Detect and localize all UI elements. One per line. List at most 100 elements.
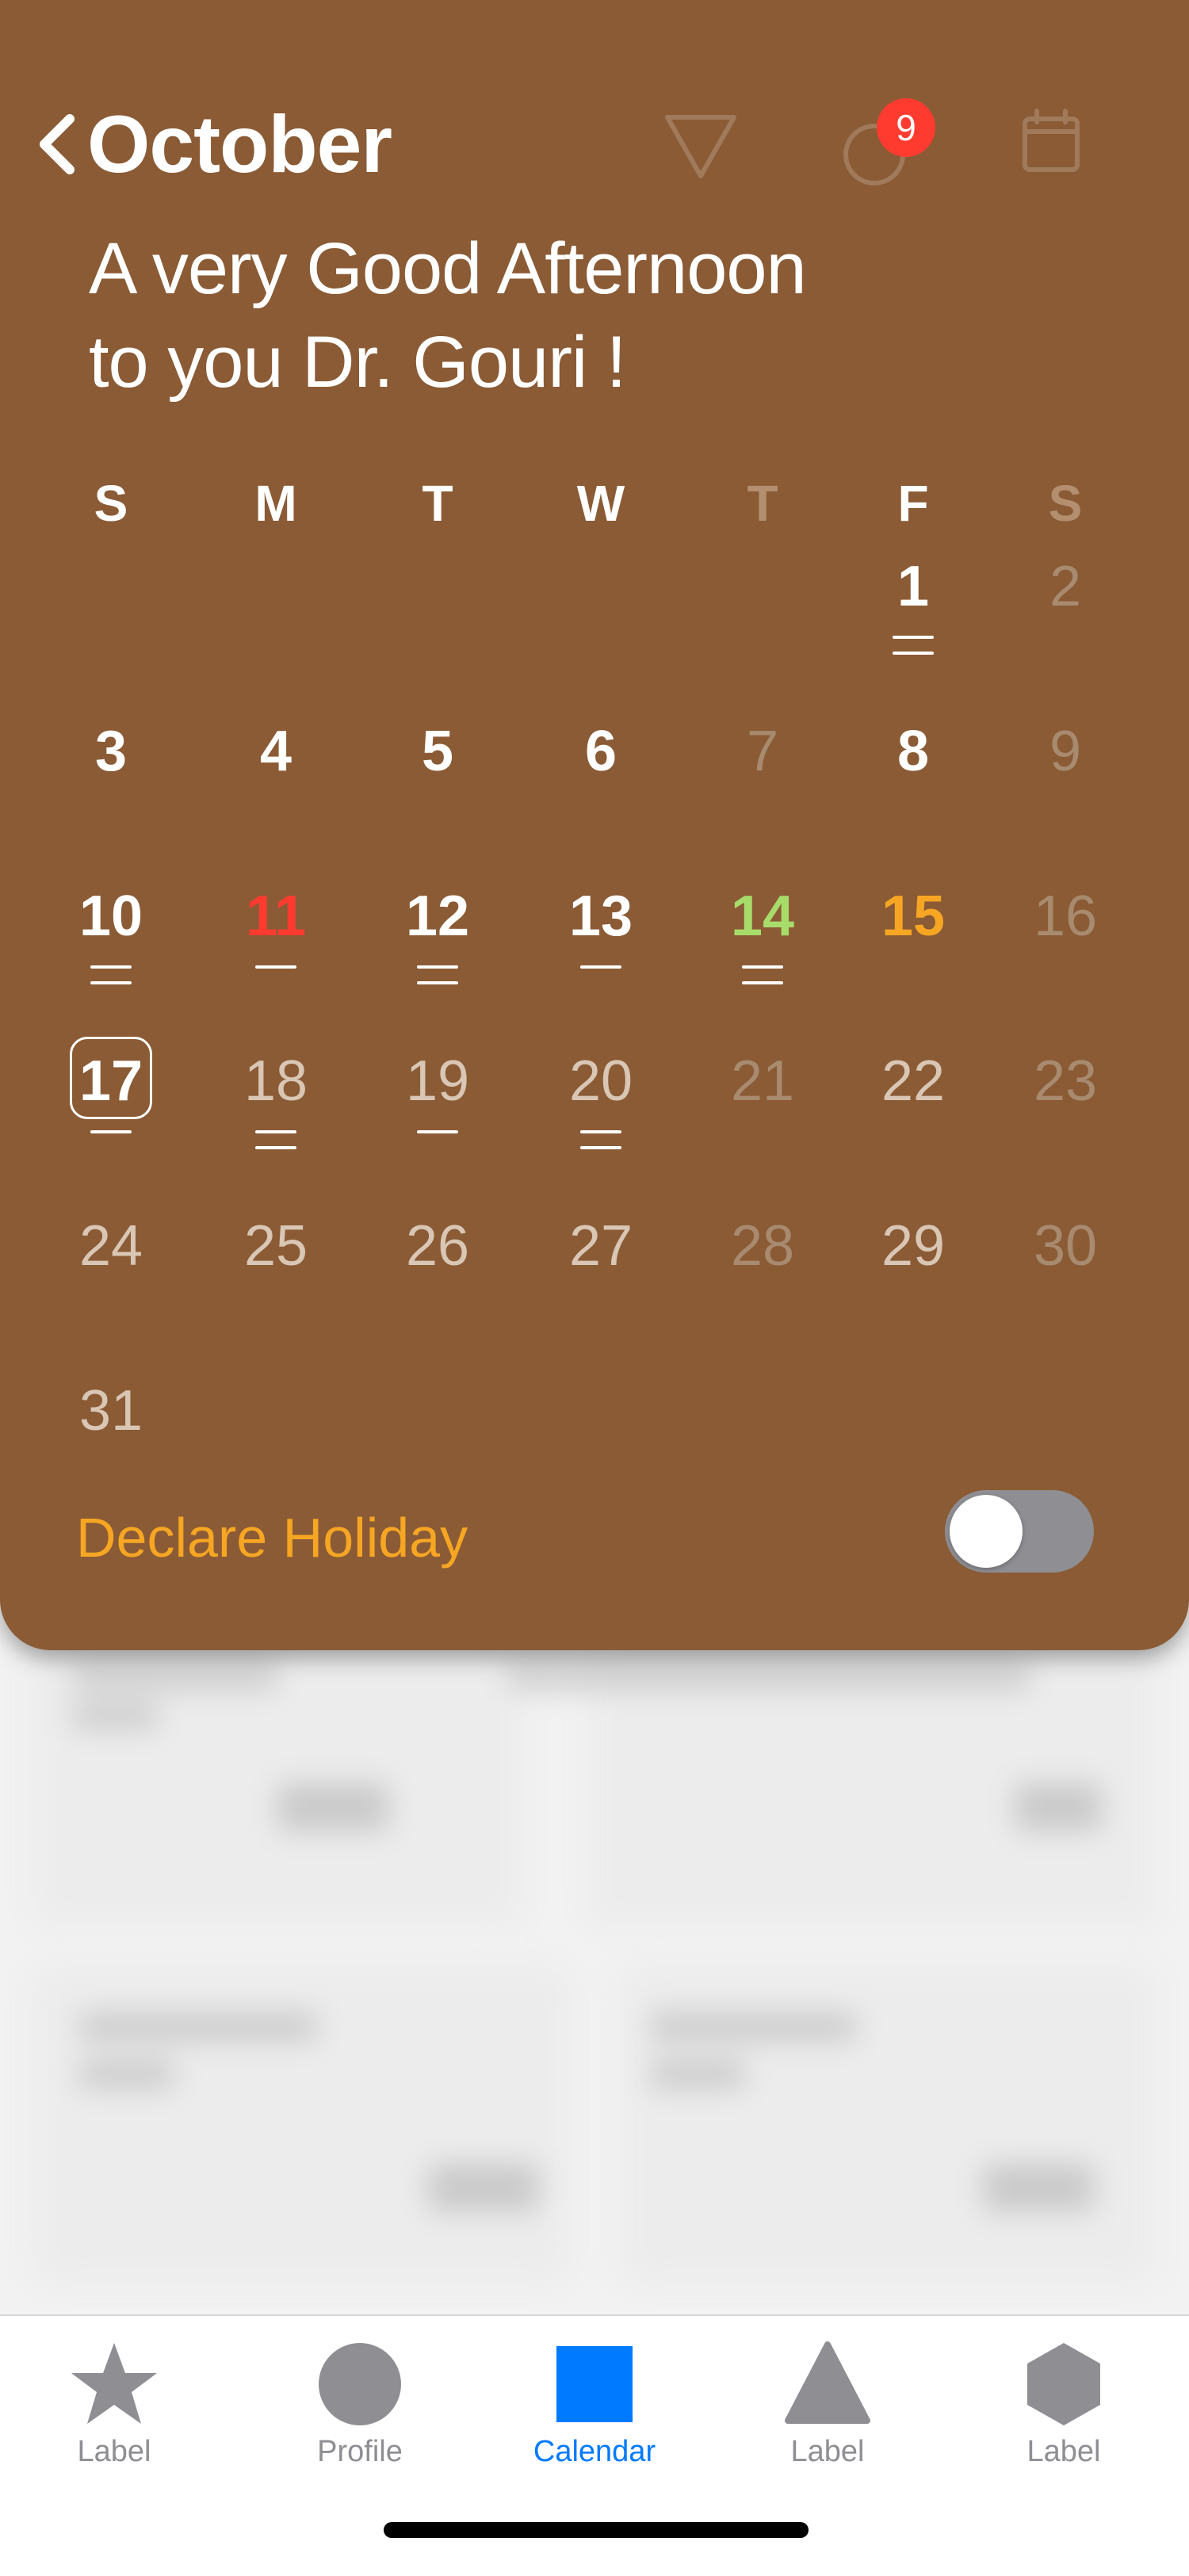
- appointment-markers: [580, 965, 621, 981]
- calendar-day-today[interactable]: 17: [55, 1037, 166, 1200]
- calendar-day[interactable]: 9: [1010, 712, 1121, 870]
- toggle-knob: [950, 1495, 1023, 1568]
- tab-label: Calendar: [533, 2435, 656, 2468]
- day-number: 22: [881, 1049, 946, 1113]
- weekday-label: F: [897, 475, 929, 532]
- calendar-day[interactable]: 13: [545, 877, 656, 1035]
- blurred-line: [650, 2013, 856, 2040]
- calendar-day[interactable]: 30: [1010, 1206, 1121, 1365]
- appointment-markers: [580, 1130, 621, 1162]
- appointment-marker: [580, 1130, 621, 1133]
- declare-holiday-label[interactable]: Declare Holiday: [76, 1506, 468, 1569]
- calendar-day[interactable]: 1: [858, 547, 969, 705]
- tab-label-5[interactable]: Label: [977, 2338, 1151, 2481]
- tab-calendar[interactable]: Calendar: [507, 2338, 682, 2481]
- blurred-line: [277, 1783, 388, 1831]
- day-number: 10: [78, 885, 143, 948]
- appointment-marker: [255, 1146, 296, 1149]
- calendar-day[interactable]: 2: [1010, 547, 1121, 705]
- appointment-markers: [255, 965, 296, 981]
- day-number: 20: [568, 1049, 633, 1113]
- calendar-day[interactable]: 26: [382, 1206, 493, 1365]
- calendar-day[interactable]: 28: [707, 1206, 818, 1365]
- day-number: 18: [243, 1049, 308, 1113]
- appointment-marker: [580, 1146, 621, 1149]
- greeting-text: A very Good Afternoon to you Dr. Gouri !: [89, 222, 1040, 409]
- greeting-line-1: A very Good Afternoon: [89, 228, 807, 309]
- calendar-day[interactable]: 4: [220, 712, 331, 870]
- day-number: 16: [1033, 885, 1098, 948]
- triangle-icon: [785, 2341, 870, 2424]
- day-number: 29: [881, 1214, 946, 1278]
- calendar-day[interactable]: 23: [1010, 1041, 1121, 1200]
- day-number: 6: [584, 720, 617, 783]
- calendar-day[interactable]: 24: [55, 1206, 166, 1365]
- calendar-day[interactable]: 5: [382, 712, 493, 870]
- day-number: 1: [897, 555, 930, 618]
- month-title: October: [87, 98, 392, 189]
- blurred-line: [507, 1664, 1030, 1688]
- blurred-line: [71, 1704, 159, 1728]
- tab-label: Label: [1027, 2435, 1101, 2468]
- calendar-day[interactable]: 16: [1010, 877, 1121, 1035]
- day-number: 11: [245, 885, 307, 948]
- blurred-line: [79, 2013, 317, 2040]
- calendar-day[interactable]: 11: [220, 877, 331, 1035]
- day-number: 5: [421, 720, 454, 783]
- day-number: 30: [1033, 1214, 1098, 1278]
- calendar-day[interactable]: 15: [858, 877, 969, 1035]
- appointment-marker: [742, 981, 783, 984]
- weekday-label: S: [1048, 475, 1083, 532]
- tab-label-4[interactable]: Label: [740, 2338, 915, 2481]
- calendar-day[interactable]: 8: [858, 712, 969, 870]
- blurred-line: [983, 2164, 1094, 2211]
- calendar-icon[interactable]: [1021, 108, 1081, 174]
- calendar-day[interactable]: 7: [707, 712, 818, 870]
- appointment-marker: [255, 965, 296, 969]
- declare-holiday-toggle[interactable]: [945, 1490, 1094, 1573]
- calendar-day[interactable]: 19: [382, 1041, 493, 1200]
- calendar-day[interactable]: 22: [858, 1041, 969, 1200]
- appointment-marker: [90, 965, 132, 969]
- appointment-markers: [417, 1130, 458, 1146]
- day-number: 21: [730, 1049, 795, 1113]
- appointment-marker: [417, 1130, 458, 1133]
- tab-label: Profile: [317, 2435, 403, 2468]
- calendar-day[interactable]: 27: [545, 1206, 656, 1365]
- day-number: 9: [1049, 720, 1082, 783]
- appointment-markers: [417, 965, 458, 997]
- calendar-day[interactable]: 21: [707, 1041, 818, 1200]
- calendar-day[interactable]: 20: [545, 1041, 656, 1200]
- greeting-line-2: to you Dr. Gouri !: [89, 322, 626, 403]
- calendar-day[interactable]: 14: [707, 877, 818, 1035]
- blurred-line: [71, 1664, 277, 1688]
- calendar-day[interactable]: 6: [545, 712, 656, 870]
- back-button[interactable]: October: [35, 99, 392, 189]
- appointment-markers: [742, 965, 783, 997]
- hexagon-icon: [1027, 2343, 1100, 2425]
- tab-label-1[interactable]: Label: [27, 2338, 201, 2481]
- weekday-label: M: [254, 475, 297, 532]
- day-number: 13: [568, 885, 633, 948]
- day-number: 24: [78, 1214, 143, 1278]
- day-number: 15: [881, 885, 946, 948]
- home-indicator: [384, 2522, 809, 2538]
- calendar-day[interactable]: 18: [220, 1041, 331, 1200]
- calendar-day[interactable]: 3: [55, 712, 166, 870]
- appointment-marker: [417, 965, 458, 969]
- appointment-markers: [255, 1130, 296, 1162]
- blurred-line: [650, 2061, 745, 2088]
- calendar-day[interactable]: 12: [382, 877, 493, 1035]
- calendar-day[interactable]: 25: [220, 1206, 331, 1365]
- appointment-marker: [893, 636, 934, 639]
- day-number: 28: [730, 1214, 795, 1278]
- day-number: 19: [405, 1049, 470, 1113]
- appointment-marker: [742, 965, 783, 969]
- day-number: 7: [746, 720, 779, 783]
- circle-icon: [319, 2343, 401, 2425]
- calendar-day[interactable]: 29: [858, 1206, 969, 1365]
- tab-profile[interactable]: Profile: [273, 2338, 447, 2481]
- filter-triangle-icon[interactable]: [663, 111, 739, 182]
- calendar-day[interactable]: 10: [55, 877, 166, 1035]
- appointment-marker: [893, 652, 934, 655]
